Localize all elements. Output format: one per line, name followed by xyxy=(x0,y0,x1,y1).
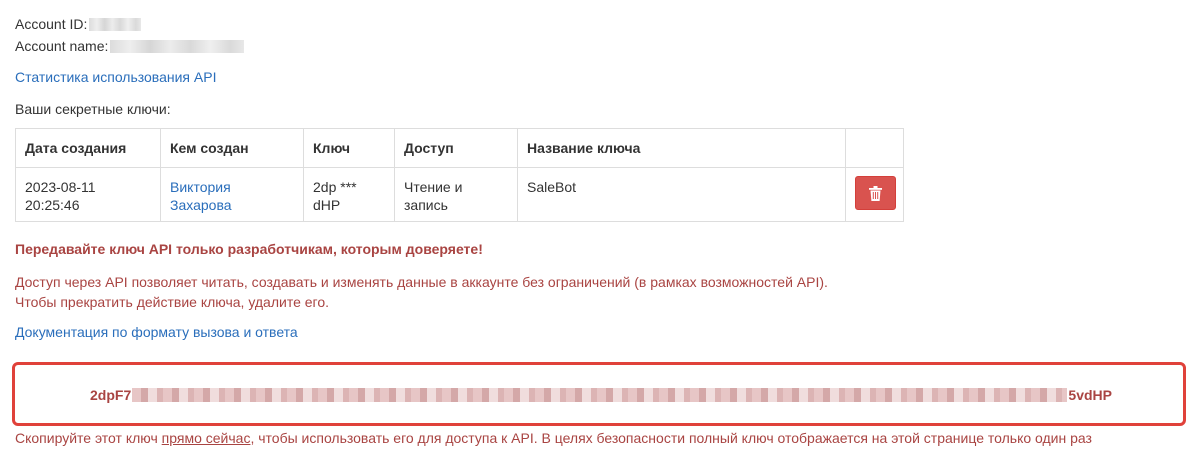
api-access-warning-line2: Чтобы прекратить действие ключа, удалите… xyxy=(15,294,330,310)
table-row: 2023-08-11 20:25:46 Виктория Захарова 2d… xyxy=(15,167,904,222)
copy-key-note-after: , чтобы использовать его для доступа к A… xyxy=(250,430,1092,446)
copy-key-note: Скопируйте этот ключ прямо сейчас, чтобы… xyxy=(15,429,1092,447)
col-key: Ключ xyxy=(303,128,395,168)
full-key-box[interactable]: 2dpF7 5vdHP xyxy=(12,362,1186,426)
account-name-line: Account name: xyxy=(15,37,245,55)
cell-key: 2dp *** dHP xyxy=(303,167,395,222)
api-key-warning-title: Передавайте ключ API только разработчика… xyxy=(15,241,483,257)
col-access: Доступ xyxy=(394,128,518,168)
col-author: Кем создан xyxy=(160,128,304,168)
col-key-name: Название ключа xyxy=(517,128,846,168)
full-key-redacted xyxy=(132,388,1068,402)
trash-icon xyxy=(869,185,882,201)
api-access-warning-line1: Доступ через API позволяет читать, созда… xyxy=(15,274,828,290)
api-keys-table: Дата создания Кем создан Ключ Доступ Наз… xyxy=(15,128,904,222)
account-name-redacted xyxy=(110,39,245,53)
account-name-label: Account name: xyxy=(15,38,109,54)
api-usage-stats-link[interactable]: Статистика использования API xyxy=(15,68,216,86)
account-id-line: Account ID: xyxy=(15,15,142,33)
table-header-row: Дата создания Кем создан Ключ Доступ Наз… xyxy=(15,128,904,168)
full-api-key[interactable]: 2dpF7 5vdHP xyxy=(90,386,1112,404)
api-docs-link[interactable]: Документация по формату вызова и ответа xyxy=(15,323,298,341)
secret-keys-heading: Ваши секретные ключи: xyxy=(15,101,171,117)
col-created: Дата создания xyxy=(15,128,161,168)
cell-access: Чтение и запись xyxy=(394,167,518,222)
cell-actions xyxy=(845,167,904,222)
delete-key-button[interactable] xyxy=(855,176,896,210)
cell-key-name: SaleBot xyxy=(517,167,846,222)
full-key-prefix: 2dpF7 xyxy=(90,387,132,403)
copy-key-note-underlined: прямо сейчас xyxy=(161,430,251,446)
cell-created: 2023-08-11 20:25:46 xyxy=(15,167,161,222)
col-actions xyxy=(845,128,904,168)
copy-key-note-before: Скопируйте этот ключ xyxy=(15,430,162,446)
cell-author: Виктория Захарова xyxy=(160,167,304,222)
account-id-redacted xyxy=(89,17,142,31)
author-link[interactable]: Виктория Захарова xyxy=(170,179,232,213)
account-id-label: Account ID: xyxy=(15,16,88,32)
full-key-suffix: 5vdHP xyxy=(1068,387,1112,403)
